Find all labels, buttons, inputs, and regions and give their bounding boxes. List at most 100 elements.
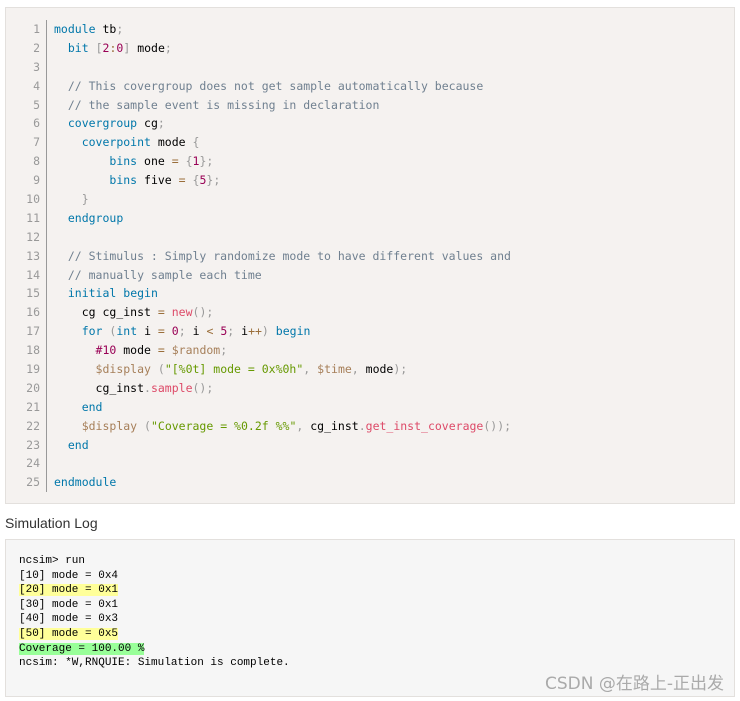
- code-line: cg_inst.sample();: [54, 379, 724, 398]
- line-number: 16: [26, 305, 40, 320]
- code-token: ): [261, 324, 269, 339]
- code-token: one: [137, 154, 172, 169]
- line-number: 2: [33, 40, 40, 55]
- code-line: // This covergroup does not get sample a…: [54, 77, 724, 96]
- line-number: 23: [26, 437, 40, 452]
- line-number: 13: [26, 248, 40, 263]
- code-token: ());: [483, 418, 512, 433]
- code-token: (: [144, 418, 151, 433]
- code-line: bins one = {1};: [54, 152, 724, 171]
- code-token: =: [178, 173, 186, 188]
- code-line: bit [2:0] mode;: [54, 39, 724, 58]
- code-line: module tb;: [54, 20, 724, 39]
- code-token: =: [157, 305, 165, 320]
- code-token: #10: [95, 343, 117, 358]
- code-token: ();: [192, 380, 214, 395]
- code-token: endmodule: [54, 475, 117, 490]
- code-token: =: [171, 154, 179, 169]
- log-line: ncsim> run: [19, 554, 290, 569]
- log-line-text: [30] mode = 0x1: [19, 598, 119, 611]
- code-token: sample: [150, 380, 193, 395]
- code-lines: module tb; bit [2:0] mode; // This cover…: [54, 20, 724, 492]
- code-token: coverpoint: [81, 135, 151, 150]
- code-token: ;: [178, 324, 186, 339]
- code-token: cg cg_inst: [54, 305, 158, 320]
- code-token: ;: [116, 22, 124, 36]
- watermark: CSDN @在路上-正出发: [544, 674, 724, 694]
- code-token: end: [67, 437, 89, 452]
- code-token: 0: [171, 324, 179, 339]
- line-number: 14: [26, 267, 40, 282]
- code-token: tb: [95, 22, 117, 36]
- code-token: covergroup: [67, 116, 138, 131]
- code-token: // This covergroup does not get sample a…: [54, 78, 484, 93]
- code-line: covergroup cg;: [54, 114, 724, 133]
- code-token: five: [137, 173, 179, 188]
- log-line-text: [50] mode = 0x5: [19, 627, 119, 640]
- line-number: 17: [26, 324, 40, 339]
- line-number: 11: [26, 210, 40, 225]
- code-line: bins five = {5};: [54, 171, 724, 190]
- log-line: [20] mode = 0x1: [19, 583, 290, 598]
- code-token: (: [157, 362, 165, 377]
- code-token: .: [144, 380, 151, 395]
- code-token: =: [157, 343, 165, 358]
- line-number: 9: [33, 173, 40, 188]
- line-number: 18: [26, 343, 40, 358]
- line-number-gutter: 1 2 3 4 5 6 7 8 9 10 11 12 13 14 15 16 17 18 19 20 21 22 23 24 2…: [6, 20, 47, 493]
- code-token: .: [358, 418, 366, 433]
- code-token: module: [54, 22, 96, 36]
- code-line: }: [54, 190, 724, 209]
- code-token: // the sample event is missing in declar…: [54, 97, 380, 112]
- log-line-text: [10] mode = 0x4: [19, 569, 119, 582]
- code-token: =: [157, 324, 165, 339]
- line-number: 22: [26, 418, 40, 433]
- line-number: 21: [26, 399, 40, 414]
- section-title: Simulation Log: [5, 515, 98, 531]
- code-line: // manually sample each time: [54, 266, 724, 285]
- line-number: 7: [33, 135, 40, 150]
- log-lines: ncsim> run [10] mode = 0x4 [20] mode = 0x1…: [19, 554, 290, 671]
- line-number: 19: [26, 362, 40, 377]
- code-token: get_inst_coverage: [365, 418, 484, 433]
- code-token: {: [185, 154, 193, 169]
- code-token: int: [116, 324, 138, 339]
- line-number: 10: [26, 192, 40, 207]
- line-number: 20: [26, 380, 40, 395]
- code-line: #10 mode = $random;: [54, 341, 724, 360]
- log-line-text: Coverage = 100.00 %: [19, 642, 145, 655]
- log-line: ncsim: *W,RNQUIE: Simulation is complete…: [19, 656, 290, 671]
- code-token: ;: [213, 173, 221, 188]
- code-token: bins: [109, 173, 138, 188]
- code-token: cg_inst: [54, 380, 145, 395]
- line-number: 24: [26, 456, 40, 471]
- code-token: // manually sample each time: [54, 267, 262, 282]
- line-number: 3: [33, 59, 40, 74]
- log-line: [10] mode = 0x4: [19, 569, 290, 584]
- code-token: ,: [351, 362, 359, 377]
- code-token: );: [393, 362, 408, 377]
- code-token: cg_inst: [303, 418, 359, 433]
- code-token: ();: [192, 305, 214, 320]
- line-number: 5: [33, 97, 40, 112]
- log-line: Coverage = 100.00 %: [19, 642, 290, 657]
- code-token: ;: [220, 343, 228, 358]
- code-token: $time: [317, 362, 352, 377]
- log-line: [50] mode = 0x5: [19, 627, 290, 642]
- code-token: bit: [67, 40, 89, 55]
- code-token: end: [81, 399, 103, 414]
